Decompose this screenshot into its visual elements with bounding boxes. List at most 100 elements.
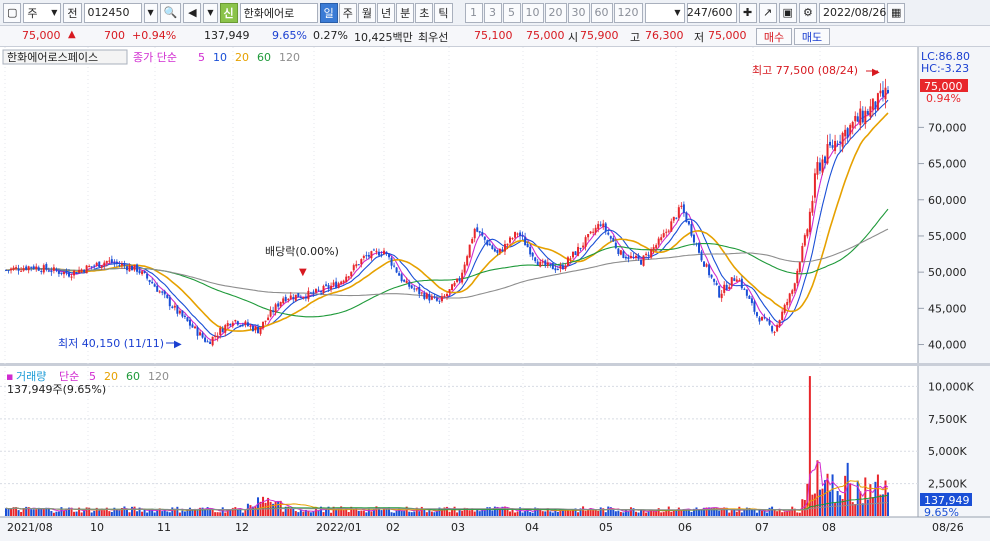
minute-step-tab[interactable]: 20 xyxy=(544,2,567,23)
stock-chart[interactable]: 70,000 65,000 60,000 55,000 50,000 45,000 40,0… xyxy=(0,47,990,541)
candle-body xyxy=(161,291,164,293)
candle-body xyxy=(778,320,781,327)
period-tab[interactable]: 초 xyxy=(415,2,434,23)
candle-body xyxy=(748,295,751,299)
candle-body xyxy=(493,248,496,252)
volume-bar xyxy=(30,509,33,516)
chart-background xyxy=(0,47,990,541)
volume-bar xyxy=(322,512,325,516)
volume-bar xyxy=(32,509,35,516)
trend-icon[interactable]: ↗ xyxy=(758,2,777,23)
candle-body xyxy=(269,310,272,317)
minute-step-tab[interactable]: 10 xyxy=(521,2,544,23)
minute-step-tab[interactable]: 60 xyxy=(590,2,613,23)
buy-button[interactable]: 매수 xyxy=(756,28,792,45)
candle-body xyxy=(211,336,214,346)
period-tab[interactable]: 틱 xyxy=(434,2,453,23)
period-tab[interactable]: 년 xyxy=(377,2,396,23)
speaker-dropdown-icon[interactable]: ▼ xyxy=(203,2,218,23)
period-tab[interactable]: 일 xyxy=(319,2,338,23)
candle-body xyxy=(377,251,380,256)
custom-step-field[interactable]: ▼ xyxy=(644,2,685,23)
candle-body xyxy=(42,265,45,273)
volume-bar xyxy=(168,512,171,516)
volume-bar xyxy=(773,510,776,516)
candle-body xyxy=(446,293,448,297)
candle-body xyxy=(524,236,527,246)
candle-body xyxy=(811,200,814,213)
crosshair-icon[interactable]: ✚ xyxy=(738,2,757,23)
minute-step-tab[interactable]: 5 xyxy=(502,2,521,23)
price-tick-label: 40,000 xyxy=(928,339,967,352)
candle-body xyxy=(90,266,93,268)
window-icon[interactable]: ▢ xyxy=(3,2,22,23)
candle-body xyxy=(17,268,20,271)
gear-icon[interactable]: ⚙ xyxy=(798,2,817,23)
volume-bar xyxy=(566,510,569,516)
volume-bar xyxy=(572,509,574,516)
candle-body xyxy=(448,289,451,293)
sell-button[interactable]: 매도 xyxy=(794,28,830,45)
volume-bar xyxy=(584,510,587,516)
data-count-field[interactable]: 247/600 xyxy=(686,2,737,23)
volume-bar xyxy=(141,511,144,516)
x-axis-right-label: 08/26 xyxy=(932,521,964,534)
period-tab[interactable]: 월 xyxy=(357,2,377,23)
volume-bar xyxy=(677,507,680,516)
volume-bar xyxy=(662,512,665,516)
candle-body xyxy=(549,263,552,265)
panel-splitter[interactable] xyxy=(0,363,990,366)
candle-body xyxy=(143,270,146,273)
period-tab[interactable]: 주 xyxy=(338,2,357,23)
period-select[interactable]: 주 ▼ xyxy=(23,2,62,23)
volume-bar xyxy=(55,511,58,516)
search-icon[interactable]: 🔍 xyxy=(159,2,182,23)
volume-bar xyxy=(299,510,302,516)
candle-body xyxy=(120,264,123,266)
candle-body xyxy=(813,173,816,198)
candle-body xyxy=(249,325,252,327)
candle-body xyxy=(488,243,491,246)
save-icon[interactable]: ▣ xyxy=(778,2,797,23)
volume-bar xyxy=(383,508,385,516)
code-input[interactable]: 012450 xyxy=(83,2,142,23)
candle-body xyxy=(695,243,698,245)
candle-body xyxy=(370,251,373,259)
candle-body xyxy=(874,101,877,109)
stock-name-field[interactable]: 한화에어로 xyxy=(239,2,318,23)
candle-body xyxy=(398,273,401,276)
date-field[interactable]: 2022/08/26 xyxy=(818,2,886,23)
minute-step-tab[interactable]: 1 xyxy=(464,2,483,23)
minute-step-tab[interactable]: 120 xyxy=(613,2,643,23)
volume-bar xyxy=(98,510,101,516)
candle-body xyxy=(665,231,668,233)
volume-bar xyxy=(35,509,38,516)
candle-body xyxy=(141,271,144,275)
candle-body xyxy=(561,265,564,270)
minute-step-tab[interactable]: 30 xyxy=(567,2,590,23)
candle-body xyxy=(65,270,68,274)
candle-body xyxy=(395,267,398,273)
minute-step-tab[interactable]: 3 xyxy=(483,2,502,23)
candle-body xyxy=(78,270,81,273)
candle-body xyxy=(32,266,35,269)
volume-bar xyxy=(110,511,113,516)
code-dropdown-icon[interactable]: ▼ xyxy=(143,2,158,23)
candle-body xyxy=(703,261,706,267)
candle-body xyxy=(199,332,202,336)
prev-button[interactable]: 전 xyxy=(63,2,82,23)
candle-body xyxy=(40,270,43,272)
volume-bar xyxy=(183,511,186,516)
period-tab[interactable]: 분 xyxy=(396,2,415,23)
candle-body xyxy=(7,270,10,272)
new-badge[interactable]: 신 xyxy=(219,2,238,23)
candle-body xyxy=(572,251,574,258)
candle-body xyxy=(871,98,874,110)
candle-body xyxy=(710,274,713,278)
speaker-icon[interactable]: ◀ xyxy=(183,2,202,23)
volume-bar xyxy=(146,512,149,516)
calendar-icon[interactable]: ▦ xyxy=(886,2,906,23)
volume-bar xyxy=(594,510,597,516)
candle-body xyxy=(539,261,542,267)
x-axis-label: 05 xyxy=(599,521,613,534)
